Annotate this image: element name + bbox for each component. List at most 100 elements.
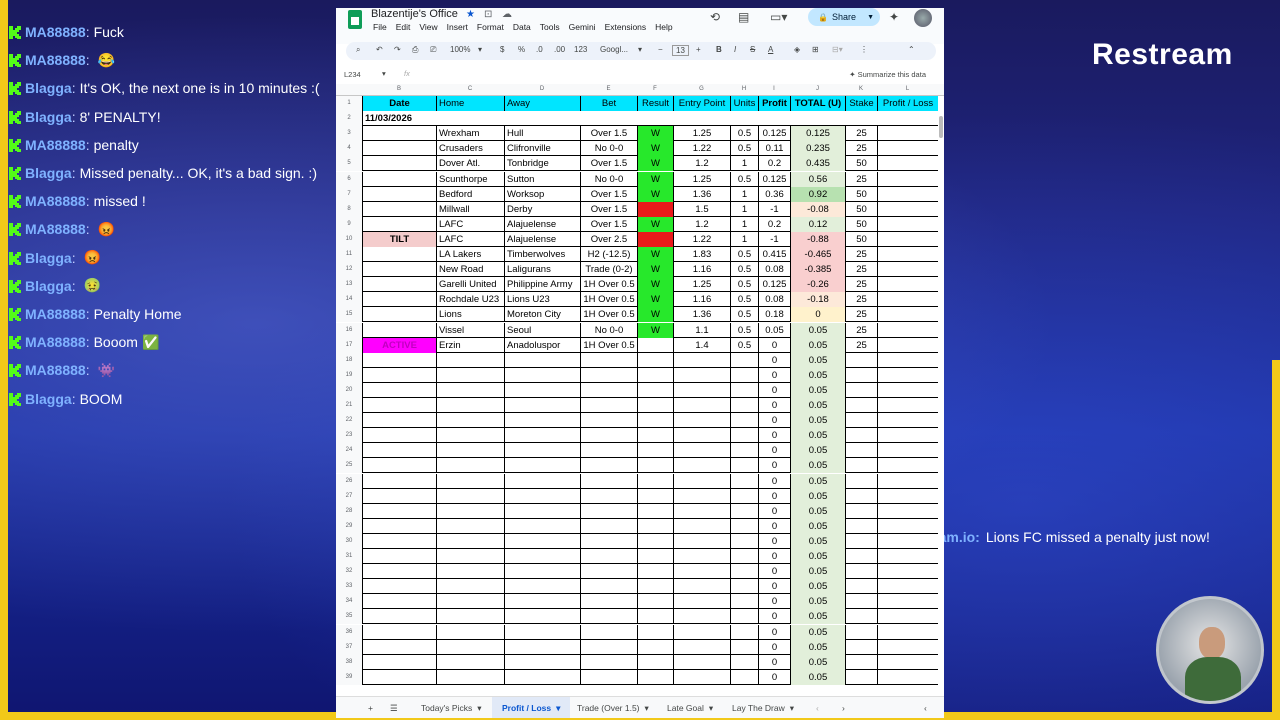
table-cell[interactable]: [673, 639, 730, 655]
comment-icon[interactable]: ▤: [738, 10, 749, 24]
chat-username[interactable]: Blagga: [25, 80, 72, 96]
units-cell[interactable]: 1: [730, 201, 758, 217]
row-number[interactable]: 16: [336, 322, 362, 338]
stake-cell[interactable]: 50: [845, 156, 877, 172]
row-number[interactable]: 26: [336, 473, 362, 489]
table-cell[interactable]: [362, 503, 436, 519]
away-team-cell[interactable]: Alajuelense: [504, 216, 580, 232]
table-cell[interactable]: [436, 518, 504, 534]
table-cell[interactable]: [504, 413, 580, 429]
row-number[interactable]: 17: [336, 337, 362, 353]
bet-cell[interactable]: Over 1.5: [580, 126, 637, 142]
row-number[interactable]: 12: [336, 262, 362, 278]
away-team-cell[interactable]: Hull: [504, 126, 580, 142]
table-cell[interactable]: [504, 654, 580, 670]
table-cell[interactable]: [637, 458, 673, 474]
table-cell[interactable]: [673, 609, 730, 625]
bet-cell[interactable]: Over 1.5: [580, 216, 637, 232]
row-number[interactable]: 6: [336, 171, 362, 187]
table-cell[interactable]: [845, 367, 877, 383]
profit-loss-cell[interactable]: [877, 126, 938, 142]
entry-point-cell[interactable]: 1.83: [673, 247, 730, 262]
result-cell[interactable]: L: [637, 231, 673, 247]
table-cell[interactable]: [730, 654, 758, 670]
table-cell[interactable]: [637, 428, 673, 444]
table-cell[interactable]: [637, 533, 673, 549]
row-number[interactable]: 18: [336, 352, 362, 368]
total-cell[interactable]: 0.05: [790, 382, 845, 398]
total-cell[interactable]: -0.88: [790, 231, 845, 247]
table-cell[interactable]: [362, 669, 436, 685]
table-cell[interactable]: [580, 533, 637, 549]
column-header[interactable]: Units: [730, 96, 758, 111]
total-cell[interactable]: 0.05: [790, 458, 845, 474]
chat-username[interactable]: MA88888: [25, 193, 86, 209]
percent-button[interactable]: %: [518, 45, 525, 54]
row-number[interactable]: 29: [336, 518, 362, 534]
table-cell[interactable]: [673, 594, 730, 610]
total-cell[interactable]: 0.05: [790, 533, 845, 549]
total-cell[interactable]: 0.05: [790, 473, 845, 489]
row-number[interactable]: 30: [336, 533, 362, 549]
column-header[interactable]: TOTAL (U): [790, 96, 845, 111]
table-cell[interactable]: [362, 624, 436, 640]
total-cell[interactable]: 0.05: [790, 337, 845, 353]
chevron-down-icon[interactable]: ▾: [638, 45, 642, 54]
status-cell[interactable]: TILT: [362, 231, 436, 247]
table-cell[interactable]: [673, 367, 730, 383]
units-cell[interactable]: 1: [730, 156, 758, 172]
bet-cell[interactable]: No 0-0: [580, 171, 637, 187]
profit-cell[interactable]: 0: [758, 488, 790, 504]
row-number[interactable]: 5: [336, 156, 362, 172]
menu-item-format[interactable]: Format: [477, 22, 504, 32]
table-cell[interactable]: [362, 549, 436, 564]
total-cell[interactable]: 0.05: [790, 594, 845, 610]
status-cell[interactable]: [362, 277, 436, 293]
table-cell[interactable]: [637, 488, 673, 504]
star-icon[interactable]: ★: [466, 9, 475, 20]
table-cell[interactable]: [673, 503, 730, 519]
table-cell[interactable]: [362, 488, 436, 504]
gemini-icon[interactable]: ✦: [889, 10, 899, 24]
table-cell[interactable]: [730, 533, 758, 549]
home-team-cell[interactable]: Dover Atl.: [436, 156, 504, 172]
table-cell[interactable]: [504, 398, 580, 413]
table-cell[interactable]: [580, 594, 637, 610]
profit-cell[interactable]: 0.125: [758, 277, 790, 293]
total-cell[interactable]: 0: [790, 307, 845, 323]
home-team-cell[interactable]: Garelli United: [436, 277, 504, 293]
table-cell[interactable]: [730, 639, 758, 655]
chat-username[interactable]: MA88888: [25, 137, 86, 153]
entry-point-cell[interactable]: 1.2: [673, 216, 730, 232]
column-header[interactable]: Profit: [758, 96, 790, 111]
table-cell[interactable]: [637, 398, 673, 413]
table-cell[interactable]: [436, 503, 504, 519]
table-cell[interactable]: [436, 382, 504, 398]
profit-cell[interactable]: 0.415: [758, 247, 790, 262]
profit-cell[interactable]: 0.2: [758, 156, 790, 172]
table-cell[interactable]: [580, 579, 637, 595]
table-cell[interactable]: [730, 669, 758, 685]
bet-cell[interactable]: Over 1.5: [580, 156, 637, 172]
table-cell[interactable]: [845, 443, 877, 459]
table-cell[interactable]: [580, 639, 637, 655]
table-cell[interactable]: [845, 382, 877, 398]
bet-cell[interactable]: No 0-0: [580, 322, 637, 338]
table-cell[interactable]: [362, 609, 436, 625]
home-team-cell[interactable]: LA Lakers: [436, 247, 504, 262]
column-header[interactable]: Bet: [580, 96, 637, 111]
table-cell[interactable]: [504, 624, 580, 640]
menu-item-help[interactable]: Help: [655, 22, 672, 32]
stake-cell[interactable]: 25: [845, 277, 877, 293]
chevron-down-icon[interactable]: ▾: [709, 703, 713, 713]
table-cell[interactable]: [637, 367, 673, 383]
table-cell[interactable]: [362, 639, 436, 655]
table-cell[interactable]: [730, 488, 758, 504]
table-cell[interactable]: [504, 533, 580, 549]
bet-cell[interactable]: Over 1.5: [580, 201, 637, 217]
chevron-down-icon[interactable]: ▼: [867, 14, 874, 21]
table-cell[interactable]: [580, 428, 637, 444]
result-cell[interactable]: L: [637, 201, 673, 217]
row-number[interactable]: 13: [336, 277, 362, 293]
row-number[interactable]: 33: [336, 579, 362, 595]
